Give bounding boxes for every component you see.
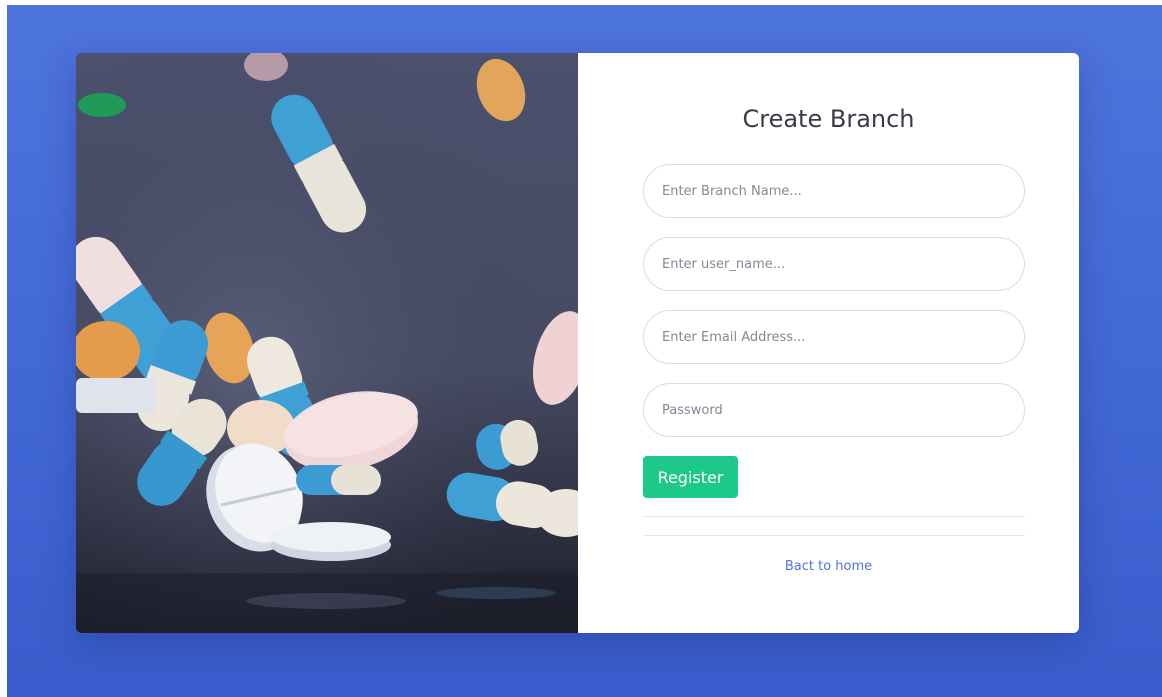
divider-bottom [643, 535, 1025, 536]
register-button[interactable]: Register [643, 456, 738, 498]
page-title: Create Branch [742, 105, 915, 133]
password-input[interactable] [643, 383, 1025, 437]
email-input[interactable] [643, 310, 1025, 364]
register-card: Create Branch Register Bact to home [76, 53, 1079, 633]
pills-illustration [76, 53, 578, 633]
register-form-panel: Create Branch Register Bact to home [578, 53, 1079, 633]
back-to-home-link[interactable]: Bact to home [578, 559, 1079, 574]
user-name-input[interactable] [643, 237, 1025, 291]
page-background: Create Branch Register Bact to home [7, 5, 1162, 697]
hero-image-pills [76, 53, 578, 633]
divider-top [643, 516, 1025, 517]
branch-name-input[interactable] [643, 164, 1025, 218]
